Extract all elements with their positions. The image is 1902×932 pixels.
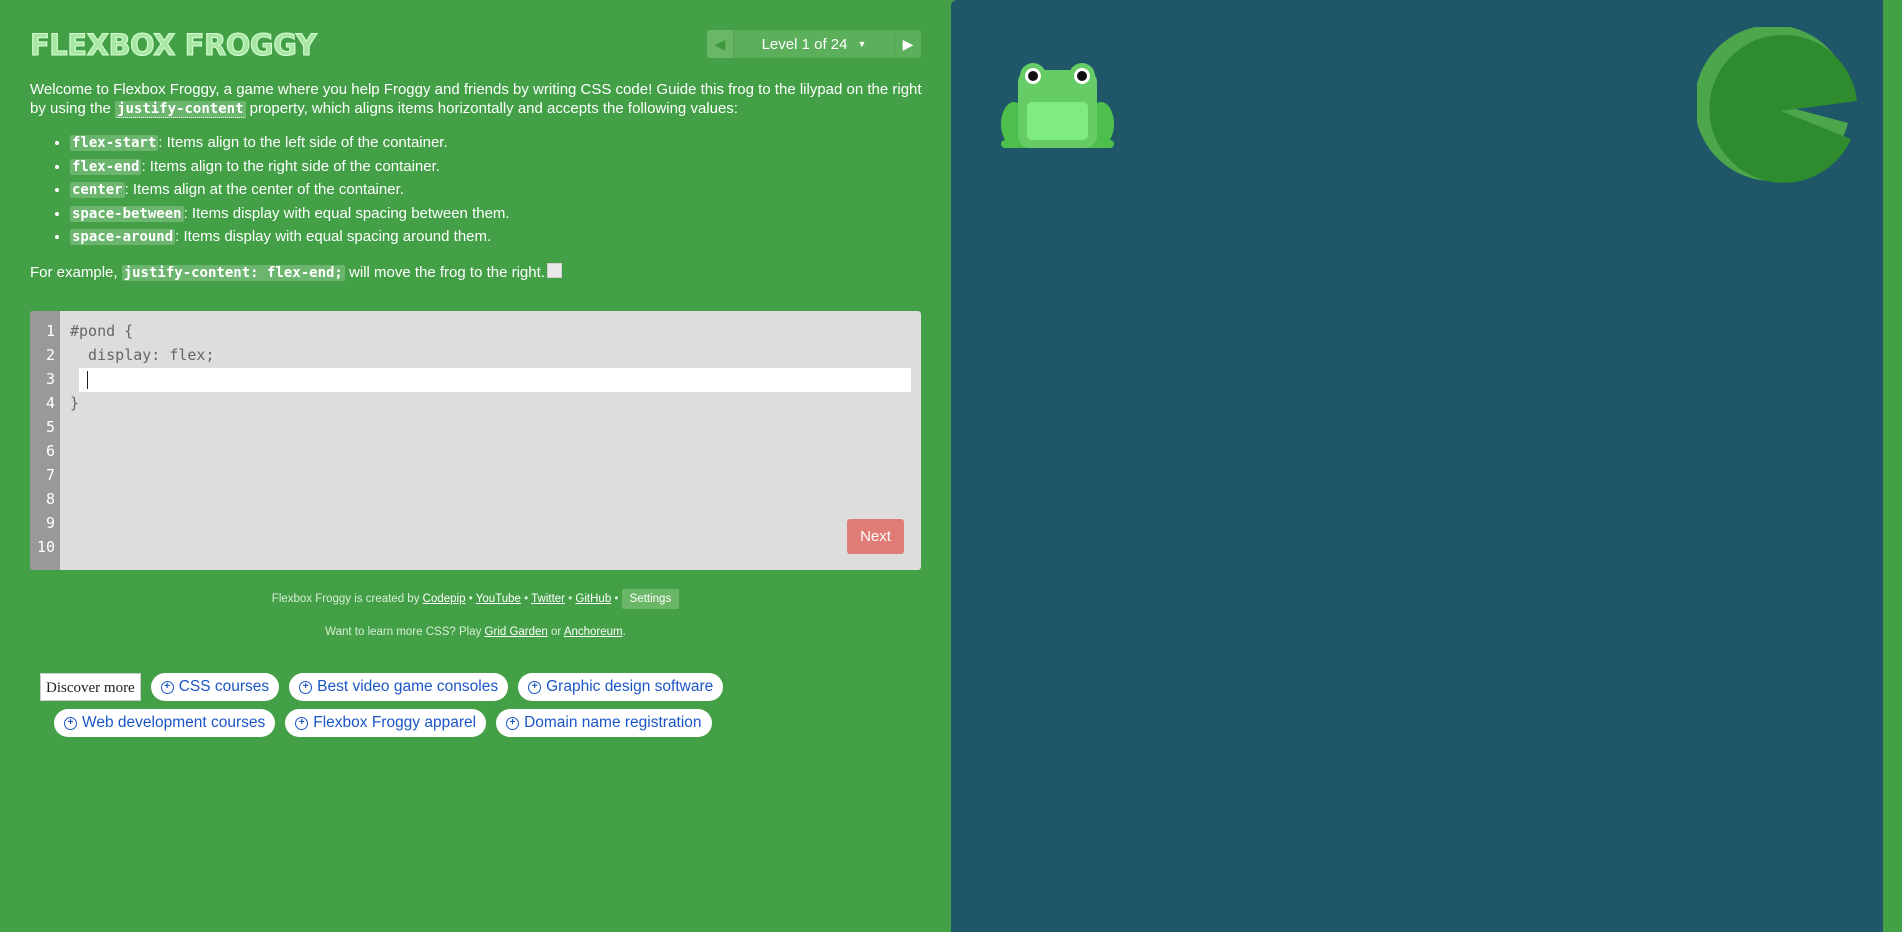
separator: • — [565, 593, 576, 605]
search-plus-icon: + — [506, 716, 520, 730]
list-item: flex-start: Items align to the left side… — [70, 133, 930, 153]
codepip-link[interactable]: Codepip — [423, 593, 466, 605]
line-number: 3 — [45, 370, 55, 388]
instructions: Welcome to Flexbox Froggy, a game where … — [30, 80, 930, 283]
example-suffix: will move the frog to the right. — [344, 264, 545, 281]
settings-button[interactable]: Settings — [621, 589, 680, 609]
code-line-selector: #pond { — [70, 322, 134, 340]
next-button[interactable]: Next — [847, 519, 904, 554]
broken-image-icon — [546, 263, 562, 278]
line-number: 8 — [45, 490, 55, 508]
list-item: center: Items align at the center of the… — [70, 180, 930, 200]
credits-text: Flexbox Froggy is created by — [271, 593, 423, 605]
discover-row-2: + Web development courses + Flexbox Froggy… — [54, 709, 712, 737]
code-line-display: display: flex; — [70, 346, 215, 364]
css-editor: 1 2 3 4 5 6 7 8 9 10 #pond { display: fl… — [30, 311, 921, 570]
green-frog-icon — [1001, 63, 1114, 148]
value-code: flex-end — [70, 158, 142, 175]
discover-label: Discover more — [40, 673, 141, 701]
chip-label: Best video game consoles — [317, 678, 499, 695]
value-code: space-between — [70, 205, 184, 222]
line-number: 10 — [36, 538, 55, 556]
chip-label: Flexbox Froggy apparel — [313, 714, 477, 731]
list-item: space-between: Items display with equal … — [70, 204, 930, 224]
separator: • — [520, 593, 532, 605]
youtube-link[interactable]: YouTube — [476, 593, 521, 605]
chip-label: Domain name registration — [524, 714, 702, 731]
triangle-left-icon: ◀ — [714, 35, 726, 52]
example-prefix: For example, — [30, 264, 122, 281]
line-number: 2 — [45, 346, 55, 364]
value-code: space-around — [70, 229, 176, 245]
line-number: 6 — [45, 442, 55, 460]
lilypad-icon — [1697, 27, 1857, 183]
example-code: justify-content: flex-end; — [121, 265, 345, 281]
previous-level-button[interactable]: ◀ — [707, 30, 733, 58]
line-number: 9 — [45, 514, 55, 532]
credits: Flexbox Froggy is created by Codepip • Y… — [0, 588, 951, 610]
grid-garden-link[interactable]: Grid Garden — [485, 626, 548, 638]
learn-or: or — [547, 626, 564, 638]
line-number: 1 — [45, 322, 55, 340]
search-plus-icon: + — [160, 680, 174, 694]
value-description: : Items align to the left side of the co… — [158, 134, 448, 151]
discover-chip[interactable]: + CSS courses — [150, 673, 280, 701]
learn-text: Want to learn more CSS? Play — [325, 626, 485, 638]
value-description: : Items align to the right side of the c… — [141, 157, 440, 175]
search-plus-icon: + — [295, 716, 309, 730]
discover-chip[interactable]: + Web development courses — [54, 709, 276, 737]
separator: • — [465, 593, 476, 605]
search-plus-icon: + — [528, 680, 542, 694]
discover-chip[interactable]: + Flexbox Froggy apparel — [285, 709, 487, 737]
value-code: flex-start — [70, 135, 159, 151]
intro-text: Welcome to Flexbox Froggy, a game where … — [30, 80, 930, 119]
triangle-right-icon: ▶ — [902, 35, 914, 52]
search-plus-icon: + — [64, 716, 77, 730]
learn-more: Want to learn more CSS? Play Grid Garden… — [0, 626, 951, 638]
code-line-close: } — [70, 394, 80, 412]
line-number-gutter: 1 2 3 4 5 6 7 8 9 10 — [30, 311, 60, 570]
value-description: : Items align at the center of the conta… — [124, 181, 404, 198]
discover-chip[interactable]: + Graphic design software — [518, 673, 724, 701]
separator: • — [611, 593, 622, 605]
values-list: flex-start: Items align to the left side… — [30, 133, 930, 247]
chip-label: CSS courses — [178, 678, 270, 695]
list-item: flex-end: Items align to the right side … — [70, 157, 930, 177]
search-plus-icon: + — [299, 680, 313, 694]
example-text: For example, justify-content: flex-end; … — [30, 263, 930, 283]
pond-border — [1883, 0, 1902, 932]
text-cursor — [87, 371, 88, 389]
discover-chip[interactable]: + Domain name registration — [496, 709, 712, 737]
value-description: : Items display with equal spacing betwe… — [183, 204, 510, 222]
chip-label: Graphic design software — [546, 678, 714, 695]
line-number: 5 — [45, 418, 55, 436]
level-selector[interactable]: Level 1 of 24 ▼ — [733, 30, 895, 58]
discover-chip[interactable]: + Best video game consoles — [289, 673, 509, 701]
css-input[interactable] — [79, 368, 911, 392]
learn-period: . — [622, 626, 626, 638]
github-link[interactable]: GitHub — [575, 593, 611, 605]
line-number: 4 — [45, 394, 55, 412]
discover-row-1: Discover more + CSS courses + Best video g… — [40, 673, 724, 701]
next-level-button[interactable]: ▶ — [895, 30, 921, 58]
twitter-link[interactable]: Twitter — [531, 593, 565, 605]
value-description: : Items display with equal spacing aroun… — [175, 228, 492, 245]
list-item: space-around: Items display with equal s… — [70, 227, 930, 247]
chip-label: Web development courses — [82, 714, 266, 731]
anchoreum-link[interactable]: Anchoreum — [564, 626, 623, 638]
intro-part2: property, which aligns items horizontall… — [245, 100, 738, 117]
justify-content-keyword[interactable]: justify-content — [115, 101, 246, 118]
level-navigation: ◀ Level 1 of 24 ▼ ▶ — [707, 30, 921, 58]
line-number: 7 — [45, 466, 55, 484]
game-title: Flexbox Froggy — [29, 28, 317, 63]
caret-down-icon: ▼ — [857, 39, 867, 49]
instructions-panel: Flexbox Froggy ◀ Level 1 of 24 ▼ ▶ Welco… — [0, 0, 951, 932]
level-label: Level 1 of 24 — [761, 35, 848, 53]
value-code: center — [70, 182, 125, 198]
